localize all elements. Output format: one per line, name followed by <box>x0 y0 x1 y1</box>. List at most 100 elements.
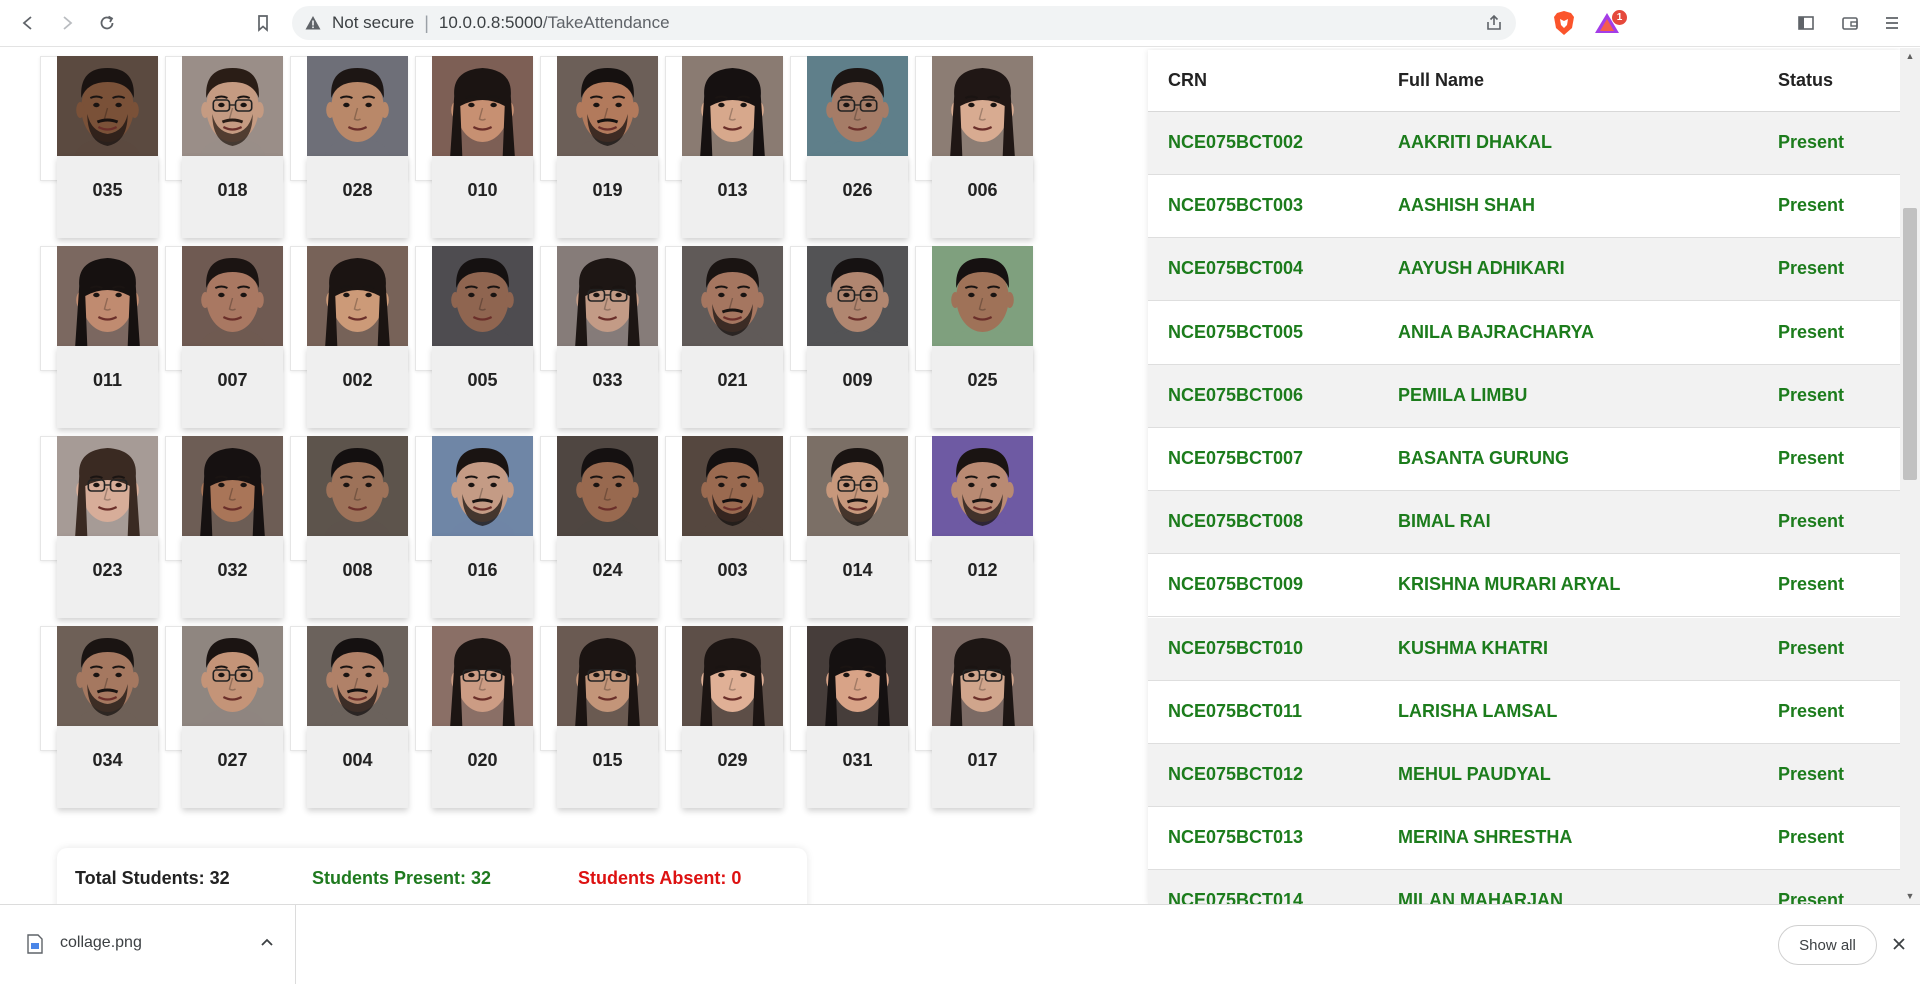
student-roll-label: 031 <box>807 726 908 808</box>
attendance-table: CRN Full Name Status NCE075BCT002 AAKRITI… <box>1148 50 1900 904</box>
student-roll-label: 008 <box>307 536 408 618</box>
table-row: NCE075BCT010 KUSHMA KHATRI Present <box>1148 617 1900 681</box>
table-row: NCE075BCT007 BASANTA GURUNG Present <box>1148 428 1900 491</box>
attendance-summary: Total Students: 32 Students Present: 32 … <box>57 848 807 904</box>
face-photo <box>557 626 658 726</box>
cell-crn: NCE075BCT002 <box>1168 132 1304 152</box>
cell-status: Present <box>1778 890 1845 904</box>
cell-crn: NCE075BCT012 <box>1168 764 1304 784</box>
face-photo <box>182 626 283 726</box>
face-photo <box>807 56 908 156</box>
student-photo-card: 008 <box>290 436 408 618</box>
download-file-name: collage.png <box>60 934 142 951</box>
student-roll-label: 004 <box>307 726 408 808</box>
student-photo-card: 034 <box>40 626 158 808</box>
student-roll-label: 035 <box>57 156 158 238</box>
reload-icon[interactable] <box>93 9 121 37</box>
address-bar[interactable]: Not secure | 10.0.0.8:5000/TakeAttendanc… <box>292 6 1516 40</box>
student-roll-label: 014 <box>807 536 908 618</box>
face-photo <box>182 56 283 156</box>
student-photo-card: 033 <box>540 246 658 428</box>
student-roll-label: 021 <box>682 346 783 428</box>
student-roll-label: 019 <box>557 156 658 238</box>
student-roll-label: 028 <box>307 156 408 238</box>
show-all-button[interactable]: Show all <box>1778 925 1877 965</box>
face-photo <box>307 436 408 536</box>
header-crn: CRN <box>1168 70 1207 90</box>
cell-crn: NCE075BCT005 <box>1168 321 1304 342</box>
scroll-up-arrow-icon[interactable]: ▲ <box>1900 48 1920 64</box>
student-photo-card: 015 <box>540 626 658 808</box>
cell-full-name: BASANTA GURUNG <box>1398 448 1569 468</box>
close-icon[interactable] <box>1890 935 1908 953</box>
student-photo-card: 002 <box>290 246 408 428</box>
face-photo <box>182 246 283 346</box>
student-photo-card: 007 <box>165 246 283 428</box>
back-icon[interactable] <box>14 9 42 37</box>
table-row: NCE075BCT006 PEMILA LIMBU Present <box>1148 364 1900 428</box>
warning-icon <box>305 16 321 30</box>
cell-full-name: AAYUSH ADHIKARI <box>1398 258 1565 279</box>
forward-icon[interactable] <box>53 9 81 37</box>
face-photo <box>932 246 1033 346</box>
table-row: NCE075BCT014 MILAN MAHARJAN Present <box>1148 870 1900 904</box>
download-item[interactable]: collage.png <box>0 905 296 984</box>
url-text: 10.0.0.8:5000/TakeAttendance <box>439 13 670 33</box>
student-roll-label: 025 <box>932 346 1033 428</box>
bookmark-icon[interactable] <box>249 9 277 37</box>
scrollbar-thumb[interactable] <box>1903 208 1917 480</box>
cell-crn: NCE075BCT006 <box>1168 384 1304 405</box>
face-photo <box>57 436 158 536</box>
student-photo-card: 029 <box>665 626 783 808</box>
students-absent: Students Absent: 0 <box>578 868 742 888</box>
cell-full-name: PEMILA LIMBU <box>1398 384 1528 405</box>
face-photo <box>432 436 533 536</box>
cell-status: Present <box>1778 195 1845 216</box>
scroll-down-arrow-icon[interactable]: ▼ <box>1900 888 1920 904</box>
menu-icon[interactable] <box>1878 9 1906 37</box>
student-photo-card: 010 <box>415 56 533 238</box>
table-row: NCE075BCT011 LARISHA LAMSAL Present <box>1148 681 1900 744</box>
cell-status: Present <box>1778 321 1845 342</box>
student-photo-card: 006 <box>915 56 1033 238</box>
cell-full-name: KUSHMA KHATRI <box>1398 637 1548 658</box>
cell-crn: NCE075BCT007 <box>1168 448 1304 468</box>
student-photo-card: 031 <box>790 626 908 808</box>
url-host: 10.0.0.8:5000 <box>438 13 543 32</box>
student-roll-label: 024 <box>557 536 658 618</box>
cell-full-name: MERINA SHRESTHA <box>1398 827 1573 848</box>
sidebar-toggle-icon[interactable] <box>1792 9 1820 37</box>
face-photo <box>682 246 783 346</box>
face-photo <box>807 246 908 346</box>
table-row: NCE075BCT005 ANILA BAJRACHARYA Present <box>1148 302 1900 365</box>
face-photo <box>932 56 1033 156</box>
cell-full-name: AAKRITI DHAKAL <box>1398 132 1552 152</box>
student-roll-label: 020 <box>432 726 533 808</box>
brave-shields-icon[interactable] <box>1552 10 1576 36</box>
separator: | <box>424 12 429 33</box>
student-photo-card: 032 <box>165 436 283 618</box>
student-roll-label: 017 <box>932 726 1033 808</box>
face-photo <box>307 246 408 346</box>
cell-crn: NCE075BCT010 <box>1168 637 1304 658</box>
wallet-icon[interactable] <box>1836 9 1864 37</box>
student-photo-card: 026 <box>790 56 908 238</box>
student-roll-label: 013 <box>682 156 783 238</box>
student-photo-card: 013 <box>665 56 783 238</box>
cell-crn: NCE075BCT003 <box>1168 195 1304 216</box>
student-photo-card: 014 <box>790 436 908 618</box>
cell-crn: NCE075BCT013 <box>1168 827 1304 848</box>
rewards-badge: 1 <box>1612 10 1627 25</box>
student-photo-card: 024 <box>540 436 658 618</box>
share-icon[interactable] <box>1484 13 1504 33</box>
cell-crn: NCE075BCT004 <box>1168 258 1304 279</box>
cell-status: Present <box>1778 700 1845 721</box>
student-photo-card: 017 <box>915 626 1033 808</box>
student-photo-card: 012 <box>915 436 1033 618</box>
chevron-up-icon[interactable] <box>258 934 276 952</box>
student-roll-label: 033 <box>557 346 658 428</box>
face-photo <box>557 56 658 156</box>
page-scrollbar[interactable]: ▲ ▼ <box>1900 48 1920 904</box>
face-photo <box>432 626 533 726</box>
cell-status: Present <box>1778 384 1845 405</box>
